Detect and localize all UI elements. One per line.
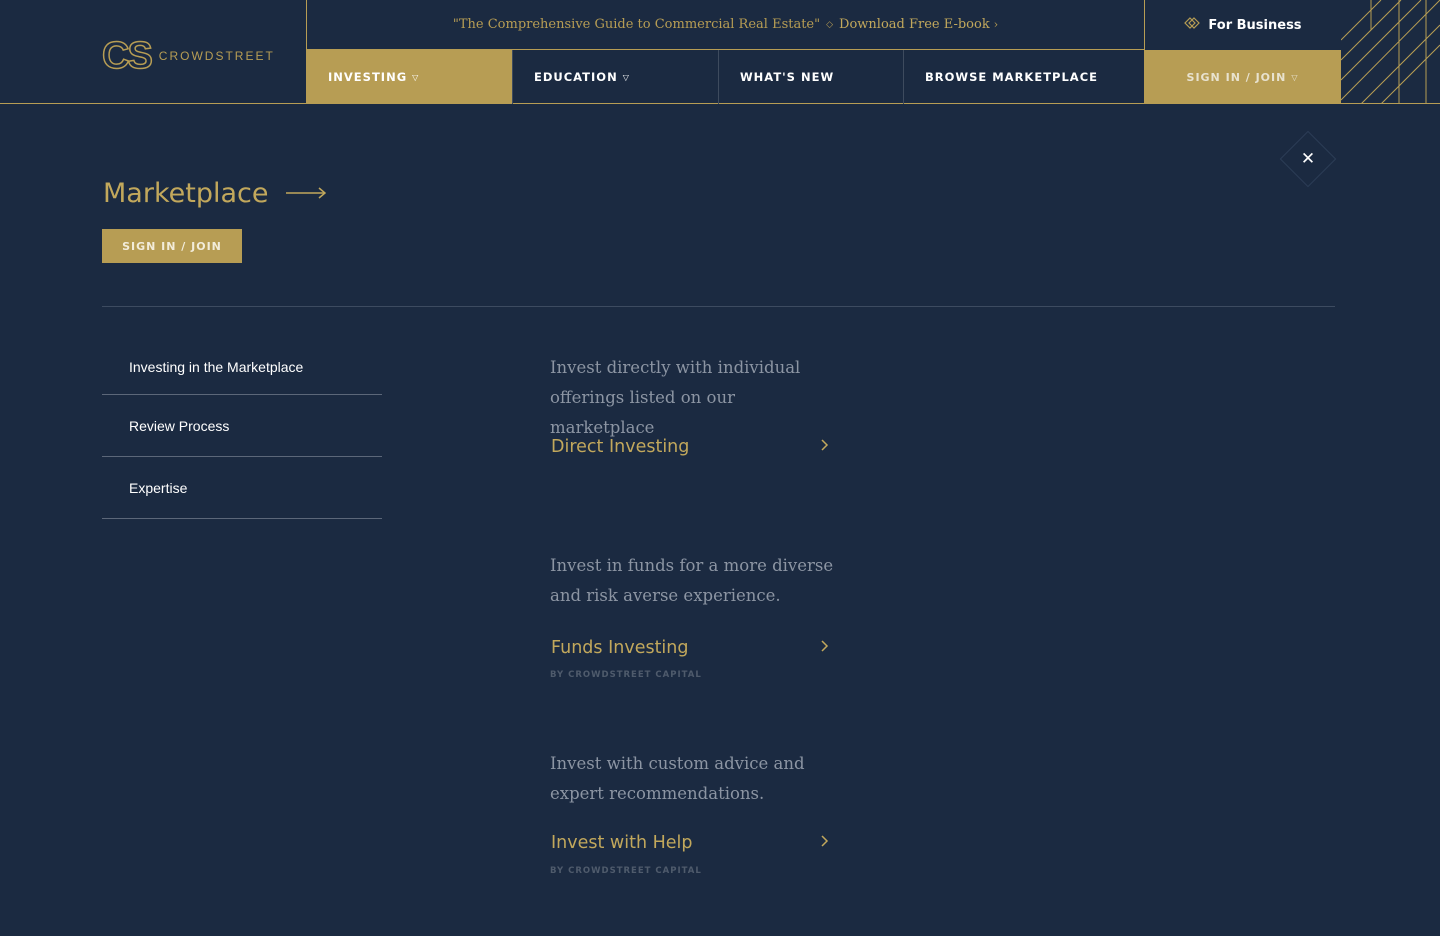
nav-investing-label: INVESTING — [328, 70, 408, 84]
funds-investing-link[interactable]: Funds Investing — [551, 636, 829, 660]
nav-browse-marketplace-label: BROWSE MARKETPLACE — [925, 70, 1098, 84]
offer-description: Invest directly with individual offering… — [550, 358, 801, 437]
diamond-logo-icon — [1184, 17, 1201, 33]
offer-link-label: Funds Investing — [551, 638, 689, 658]
offer-description: Invest with custom advice and expert rec… — [550, 754, 805, 803]
offer-link-label: Invest with Help — [551, 833, 693, 853]
chevron-right-icon: › — [993, 18, 999, 31]
diamond-separator-icon: ◇ — [826, 19, 834, 30]
main-nav: INVESTING ▽ EDUCATION ▽ WHAT'S NEW BROWS… — [306, 50, 1145, 104]
caret-down-icon: ▽ — [412, 72, 420, 82]
chevron-right-icon — [821, 439, 829, 455]
offer-funds-investing: Invest in funds for a more diverse and r… — [550, 551, 840, 691]
invest-with-help-link[interactable]: Invest with Help — [551, 831, 829, 855]
offer-link-label: Direct Investing — [551, 437, 690, 457]
offer-invest-with-help: Invest with custom advice and expert rec… — [550, 749, 840, 889]
header-signin-label: SIGN IN / JOIN — [1186, 70, 1287, 84]
signin-join-button[interactable]: SIGN IN / JOIN — [102, 229, 242, 263]
download-ebook-link[interactable]: Download Free E-book — [839, 17, 990, 32]
offer-subtitle: BY CROWDSTREET CAPITAL — [550, 866, 702, 876]
logo-wordmark: CROWDSTREET — [158, 49, 275, 63]
direct-investing-link[interactable]: Direct Investing — [551, 435, 829, 459]
offer-subtitle: BY CROWDSTREET CAPITAL — [550, 670, 702, 680]
caret-down-icon: ▽ — [622, 72, 630, 82]
nav-education[interactable]: EDUCATION ▽ — [513, 50, 719, 104]
caret-down-icon: ▽ — [1291, 72, 1299, 82]
subnav-item-investing-in-marketplace[interactable]: Investing in the Marketplace — [102, 340, 382, 395]
decorative-pattern — [1341, 0, 1440, 104]
for-business-link[interactable]: For Business — [1144, 0, 1341, 50]
section-divider — [102, 306, 1335, 307]
nav-whats-new-label: WHAT'S NEW — [740, 70, 835, 84]
marketplace-subnav: Investing in the Marketplace Review Proc… — [102, 340, 382, 519]
offer-description: Invest in funds for a more diverse and r… — [550, 556, 834, 605]
nav-education-label: EDUCATION — [534, 70, 618, 84]
logo-mark: CS — [101, 35, 153, 77]
nav-whats-new[interactable]: WHAT'S NEW — [719, 50, 904, 104]
close-icon[interactable]: ✕ — [1298, 148, 1318, 170]
arrow-right-icon — [286, 187, 327, 199]
promo-banner: "The Comprehensive Guide to Commercial R… — [306, 0, 1144, 50]
promo-text: "The Comprehensive Guide to Commercial R… — [452, 17, 821, 32]
crowdstreet-logo[interactable]: CS CROWDSTREET — [101, 35, 275, 77]
for-business-label: For Business — [1208, 17, 1302, 33]
subnav-item-review-process[interactable]: Review Process — [102, 395, 382, 457]
marketplace-title: Marketplace — [103, 177, 269, 209]
marketplace-title-link[interactable]: Marketplace — [103, 174, 327, 212]
nav-investing[interactable]: INVESTING ▽ — [307, 50, 513, 104]
offer-direct-investing: Invest directly with individual offering… — [550, 353, 840, 473]
site-header: CS CROWDSTREET "The Comprehensive Guide … — [0, 0, 1440, 104]
chevron-right-icon — [821, 640, 829, 656]
chevron-right-icon — [821, 835, 829, 851]
nav-browse-marketplace[interactable]: BROWSE MARKETPLACE — [904, 50, 1145, 104]
header-signin-button[interactable]: SIGN IN / JOIN ▽ — [1144, 50, 1341, 104]
subnav-item-expertise[interactable]: Expertise — [102, 457, 382, 519]
